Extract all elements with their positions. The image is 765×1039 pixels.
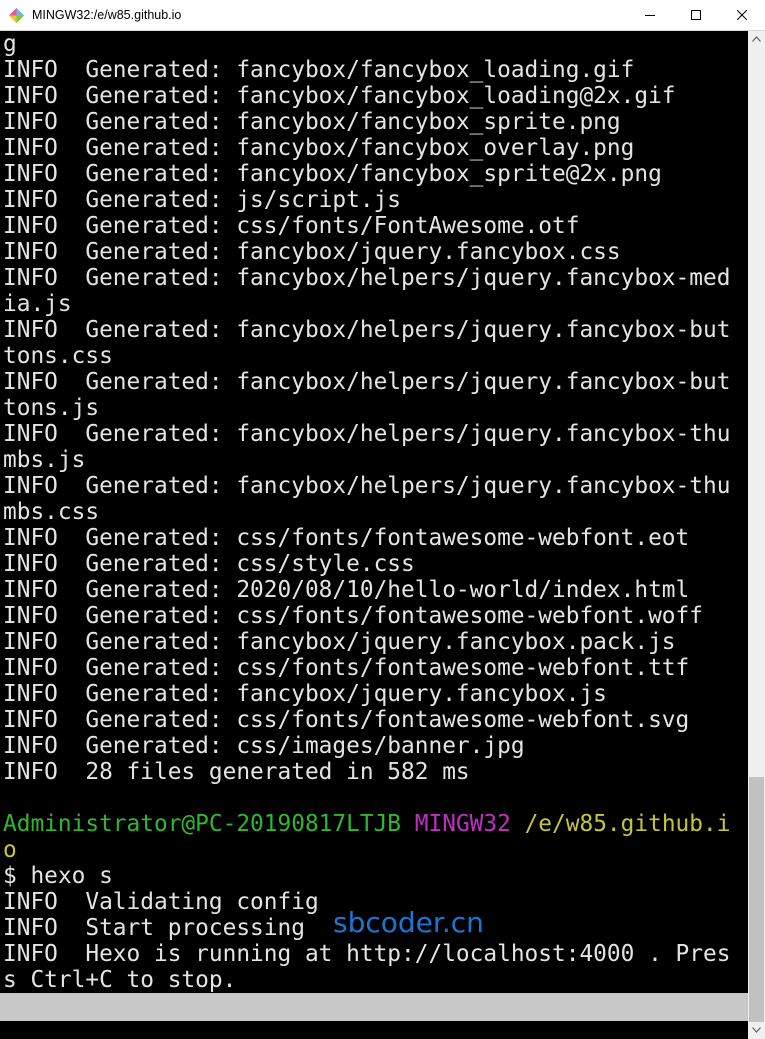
terminal-text-segment: INFO Generated: fancybox/helpers/jquery.… [3, 369, 731, 395]
terminal-line: INFO Generated: css/fonts/fontawesome-we… [3, 655, 748, 681]
minimize-button[interactable] [627, 0, 673, 31]
terminal-text-segment: INFO Generated: fancybox/jquery.fancybox… [3, 239, 621, 265]
close-button[interactable] [719, 0, 765, 31]
terminal-window: MINGW32:/e/w85.github.io g INFO Generated… [0, 0, 765, 1039]
terminal-line: s Ctrl+C to stop. [3, 967, 748, 993]
terminal-text-segment: ia.js [3, 291, 72, 317]
terminal-text-segment: INFO Generated: css/fonts/fontawesome-we… [3, 707, 690, 733]
terminal-text-segment: MINGW32 [414, 811, 511, 837]
terminal-text-segment: $ hexo s [3, 863, 113, 889]
arrow-down-icon [752, 1027, 761, 1033]
terminal-text-segment: INFO Generated: fancybox/helpers/jquery.… [3, 317, 731, 343]
terminal-line: INFO Generated: fancybox/helpers/jquery.… [3, 317, 748, 343]
terminal-line: mbs.css [3, 499, 748, 525]
terminal-text-segment: o [3, 837, 17, 863]
mingw-diamond-icon [9, 8, 24, 23]
terminal-line: ia.js [3, 291, 748, 317]
terminal-line: INFO Generated: css/fonts/fontawesome-we… [3, 603, 748, 629]
scroll-up-button[interactable] [748, 31, 765, 48]
terminal-text-segment: s Ctrl+C to stop. [3, 967, 237, 993]
scrollbar-thumb[interactable] [749, 777, 764, 1022]
terminal-text-segment: INFO Generated: fancybox/helpers/jquery.… [3, 473, 731, 499]
terminal-line: tons.js [3, 395, 748, 421]
close-icon [737, 10, 747, 20]
terminal-text-segment: INFO Generated: fancybox/fancybox_loadin… [3, 57, 635, 83]
terminal-text-segment: INFO Generated: fancybox/jquery.fancybox… [3, 629, 676, 655]
terminal-text-segment: /e/w85.github.i [524, 811, 731, 837]
terminal-text-segment: INFO Generated: css/fonts/fontawesome-we… [3, 655, 690, 681]
terminal-text-segment: INFO Generated: css/images/banner.jpg [3, 733, 525, 759]
terminal-line: $ hexo s [3, 863, 748, 889]
terminal-line: INFO Generated: fancybox/jquery.fancybox… [3, 681, 748, 707]
terminal-line: INFO Generated: css/images/banner.jpg [3, 733, 748, 759]
terminal-output[interactable]: g INFO Generated: fancybox/fancybox_loadi… [0, 31, 748, 1025]
terminal-text-segment: INFO Generated: fancybox/fancybox_sprite… [3, 109, 621, 135]
input-line-highlight [0, 993, 748, 1021]
terminal-text-segment: INFO Generated: 2020/08/10/hello-world/i… [3, 577, 690, 603]
terminal-line: INFO 28 files generated in 582 ms [3, 759, 748, 785]
terminal-text-segment: INFO Generated: css/fonts/fontawesome-we… [3, 603, 703, 629]
terminal-line: INFO Generated: fancybox/fancybox_overla… [3, 135, 748, 161]
terminal-text-segment: INFO Generated: css/fonts/FontAwesome.ot… [3, 213, 580, 239]
terminal-text-segment: INFO Generated: fancybox/jquery.fancybox… [3, 681, 607, 707]
terminal-line: INFO Generated: fancybox/helpers/jquery.… [3, 473, 748, 499]
terminal-text-segment: tons.css [3, 343, 113, 369]
vertical-scrollbar[interactable] [748, 31, 765, 1039]
terminal-text-segment: INFO Generated: css/style.css [3, 551, 415, 577]
terminal-line: INFO Generated: fancybox/jquery.fancybox… [3, 629, 748, 655]
terminal-line: INFO Generated: fancybox/fancybox_loadin… [3, 83, 748, 109]
terminal-line: INFO Generated: fancybox/fancybox_loadin… [3, 57, 748, 83]
maximize-button[interactable] [673, 0, 719, 31]
scroll-down-button[interactable] [748, 1022, 765, 1039]
terminal-line: Administrator@PC-20190817LTJB MINGW32 /e… [3, 811, 748, 837]
terminal-text-segment: mbs.js [3, 447, 86, 473]
terminal-text-segment: INFO Generated: fancybox/helpers/jquery.… [3, 265, 731, 291]
terminal-text-segment: INFO Validating config [3, 889, 319, 915]
terminal-line: INFO Generated: fancybox/jquery.fancybox… [3, 239, 748, 265]
terminal-line: INFO Generated: css/fonts/fontawesome-we… [3, 707, 748, 733]
terminal-line: INFO Generated: 2020/08/10/hello-world/i… [3, 577, 748, 603]
terminal-line: INFO Generated: fancybox/helpers/jquery.… [3, 265, 748, 291]
terminal-line: INFO Generated: js/script.js [3, 187, 748, 213]
terminal-line: tons.css [3, 343, 748, 369]
terminal-text-segment: INFO Generated: css/fonts/fontawesome-we… [3, 525, 690, 551]
terminal-text-segment: tons.js [3, 395, 100, 421]
terminal-line: g [3, 31, 748, 57]
terminal-line: INFO Generated: fancybox/fancybox_sprite… [3, 109, 748, 135]
window-title: MINGW32:/e/w85.github.io [32, 8, 182, 22]
terminal-line: INFO Generated: fancybox/helpers/jquery.… [3, 421, 748, 447]
terminal-text-segment: g [3, 31, 17, 57]
title-bar[interactable]: MINGW32:/e/w85.github.io [0, 0, 765, 31]
terminal-text-segment: INFO Generated: fancybox/fancybox_sprite… [3, 161, 662, 187]
minimize-icon [645, 15, 655, 16]
terminal-line: INFO Generated: css/fonts/fontawesome-we… [3, 525, 748, 551]
terminal-line: INFO Generated: fancybox/fancybox_sprite… [3, 161, 748, 187]
watermark-text: sbcoder.cn [333, 906, 484, 939]
terminal-text-segment: INFO Start processing [3, 915, 305, 941]
terminal-line: INFO Generated: css/fonts/FontAwesome.ot… [3, 213, 748, 239]
terminal-line: o [3, 837, 748, 863]
terminal-text-segment: mbs.css [3, 499, 100, 525]
maximize-icon [691, 10, 701, 20]
terminal-text-segment: INFO 28 files generated in 582 ms [3, 759, 470, 785]
arrow-up-icon [752, 36, 761, 42]
terminal-text-segment: INFO Hexo is running at http://localhost… [3, 941, 731, 967]
terminal-line: mbs.js [3, 447, 748, 473]
terminal-text-segment: INFO Generated: js/script.js [3, 187, 402, 213]
bottom-strip [0, 1021, 748, 1039]
terminal-line: INFO Generated: fancybox/helpers/jquery.… [3, 369, 748, 395]
terminal-line: INFO Generated: css/style.css [3, 551, 748, 577]
terminal-text-segment: INFO Generated: fancybox/fancybox_loadin… [3, 83, 676, 109]
terminal-line: INFO Hexo is running at http://localhost… [3, 941, 748, 967]
terminal-text-segment: Administrator@PC-20190817LTJB [3, 811, 402, 837]
terminal-text-segment: INFO Generated: fancybox/fancybox_overla… [3, 135, 635, 161]
terminal-text-segment: INFO Generated: fancybox/helpers/jquery.… [3, 421, 731, 447]
